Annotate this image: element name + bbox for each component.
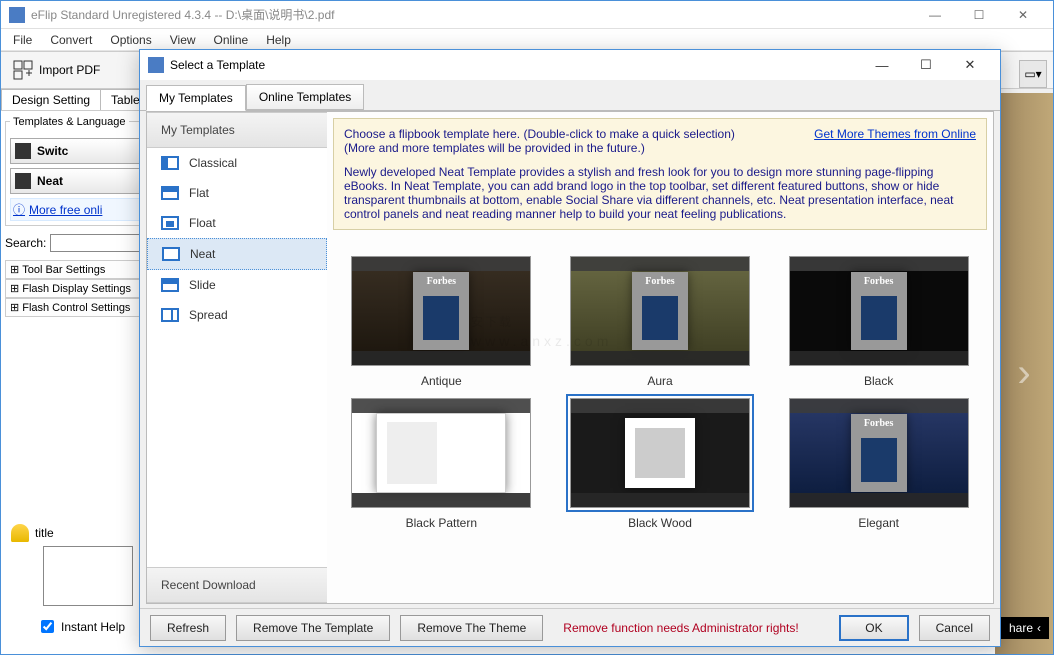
dialog-maximize-button[interactable]: ☐ bbox=[904, 50, 948, 80]
toolbar-right: ▭▾ bbox=[1019, 57, 1047, 91]
sidebar-item-flat[interactable]: Flat bbox=[147, 178, 327, 208]
share-button[interactable]: hare‹ bbox=[1001, 617, 1049, 639]
spread-icon bbox=[161, 308, 179, 322]
template-sidebar: My Templates Classical Flat Float Neat S… bbox=[147, 112, 327, 603]
title-value-box[interactable] bbox=[43, 546, 133, 606]
template-black-wood[interactable]: Black Wood bbox=[556, 398, 765, 530]
menu-online[interactable]: Online bbox=[206, 31, 257, 49]
neat-button[interactable]: Neat bbox=[10, 168, 140, 194]
close-button[interactable]: ✕ bbox=[1001, 1, 1045, 29]
menubar: File Convert Options View Online Help bbox=[1, 29, 1053, 51]
app-icon bbox=[9, 7, 25, 23]
main-window: eFlip Standard Unregistered 4.3.4 -- D:\… bbox=[0, 0, 1054, 655]
maximize-button[interactable]: ☐ bbox=[957, 1, 1001, 29]
dialog-title: Select a Template bbox=[170, 58, 860, 72]
template-antique[interactable]: Antique bbox=[337, 256, 546, 388]
get-more-themes-link[interactable]: Get More Themes from Online bbox=[814, 127, 976, 141]
title-label: title bbox=[35, 526, 54, 540]
sidebar-item-spread[interactable]: Spread bbox=[147, 300, 327, 330]
dialog-icon bbox=[148, 57, 164, 73]
menu-file[interactable]: File bbox=[5, 31, 40, 49]
share-icon: ‹ bbox=[1037, 621, 1041, 635]
menu-view[interactable]: View bbox=[162, 31, 204, 49]
tree-toolbar-settings[interactable]: Tool Bar Settings bbox=[5, 260, 145, 279]
info-desc: Newly developed Neat Template provides a… bbox=[344, 165, 976, 221]
window-title: eFlip Standard Unregistered 4.3.4 -- D:\… bbox=[31, 6, 913, 23]
template-elegant[interactable]: Elegant bbox=[774, 398, 983, 530]
dialog-footer: Refresh Remove The Template Remove The T… bbox=[140, 608, 1000, 646]
float-icon bbox=[161, 216, 179, 230]
sidebar-item-slide[interactable]: Slide bbox=[147, 270, 327, 300]
minimize-button[interactable]: — bbox=[913, 1, 957, 29]
device-preview-button[interactable]: ▭▾ bbox=[1019, 60, 1047, 88]
phone-icon bbox=[15, 143, 31, 159]
template-black-pattern[interactable]: Black Pattern bbox=[337, 398, 546, 530]
refresh-button[interactable]: Refresh bbox=[150, 615, 226, 641]
title-panel: title bbox=[7, 520, 137, 606]
flat-icon bbox=[161, 186, 179, 200]
menu-help[interactable]: Help bbox=[258, 31, 299, 49]
sidebar-item-float[interactable]: Float bbox=[147, 208, 327, 238]
sidebar-list: Classical Flat Float Neat Slide Spread bbox=[147, 148, 327, 567]
import-pdf-button[interactable]: Import PDF bbox=[39, 63, 100, 77]
neat-icon bbox=[162, 247, 180, 261]
select-template-dialog: Select a Template — ☐ ✕ My Templates Onl… bbox=[139, 49, 1001, 647]
chevron-right-icon[interactable]: › bbox=[1017, 351, 1030, 396]
tab-my-templates[interactable]: My Templates bbox=[146, 85, 246, 111]
templates-language-fieldset: Templates & Language Switc Neat ⓘMore fr… bbox=[5, 121, 145, 226]
main-titlebar: eFlip Standard Unregistered 4.3.4 -- D:\… bbox=[1, 1, 1053, 29]
tab-online-templates[interactable]: Online Templates bbox=[246, 84, 365, 110]
info-box: Choose a flipbook template here. (Double… bbox=[333, 118, 987, 230]
cancel-button[interactable]: Cancel bbox=[919, 615, 990, 641]
remove-theme-button[interactable]: Remove The Theme bbox=[400, 615, 543, 641]
dialog-titlebar: Select a Template — ☐ ✕ bbox=[140, 50, 1000, 80]
database-icon bbox=[11, 524, 29, 542]
menu-convert[interactable]: Convert bbox=[42, 31, 100, 49]
templates-grid: Antique Aura Black Black Pattern Black W… bbox=[327, 236, 993, 550]
dialog-body: My Templates Classical Flat Float Neat S… bbox=[146, 111, 994, 604]
dialog-minimize-button[interactable]: — bbox=[860, 50, 904, 80]
remove-template-button[interactable]: Remove The Template bbox=[236, 615, 390, 641]
template-aura[interactable]: Aura bbox=[556, 256, 765, 388]
sidebar-header[interactable]: My Templates bbox=[147, 112, 327, 148]
template-black[interactable]: Black bbox=[774, 256, 983, 388]
search-label: Search: bbox=[5, 236, 46, 250]
sidebar-item-classical[interactable]: Classical bbox=[147, 148, 327, 178]
switch-button[interactable]: Switc bbox=[10, 138, 140, 164]
ok-button[interactable]: OK bbox=[839, 615, 908, 641]
info-line2: (More and more templates will be provide… bbox=[344, 141, 976, 155]
tab-design-setting[interactable]: Design Setting bbox=[1, 89, 101, 110]
more-free-online-link[interactable]: ⓘMore free onli bbox=[10, 198, 140, 221]
tree-flash-display-settings[interactable]: Flash Display Settings bbox=[5, 279, 145, 298]
search-row: Search: bbox=[5, 234, 145, 252]
sidebar-footer[interactable]: Recent Download bbox=[147, 567, 327, 603]
sidebar-item-neat[interactable]: Neat bbox=[147, 238, 327, 270]
preview-area: › bbox=[995, 93, 1053, 654]
menu-options[interactable]: Options bbox=[102, 31, 159, 49]
info-icon: ⓘ bbox=[13, 201, 25, 218]
dialog-tabs: My Templates Online Templates bbox=[140, 80, 1000, 111]
tree-flash-control-settings[interactable]: Flash Control Settings bbox=[5, 298, 145, 317]
book-icon bbox=[15, 173, 31, 189]
fieldset-legend: Templates & Language bbox=[10, 116, 129, 128]
dialog-close-button[interactable]: ✕ bbox=[948, 50, 992, 80]
left-panel: Templates & Language Switc Neat ⓘMore fr… bbox=[5, 121, 145, 317]
admin-warning: Remove function needs Administrator righ… bbox=[553, 621, 829, 635]
slide-icon bbox=[161, 278, 179, 292]
instant-help-checkbox[interactable]: Instant Help bbox=[37, 617, 125, 636]
template-content: Choose a flipbook template here. (Double… bbox=[327, 112, 993, 603]
instant-help-input[interactable] bbox=[41, 620, 54, 633]
classical-icon bbox=[161, 156, 179, 170]
import-pdf-icon bbox=[11, 58, 35, 82]
